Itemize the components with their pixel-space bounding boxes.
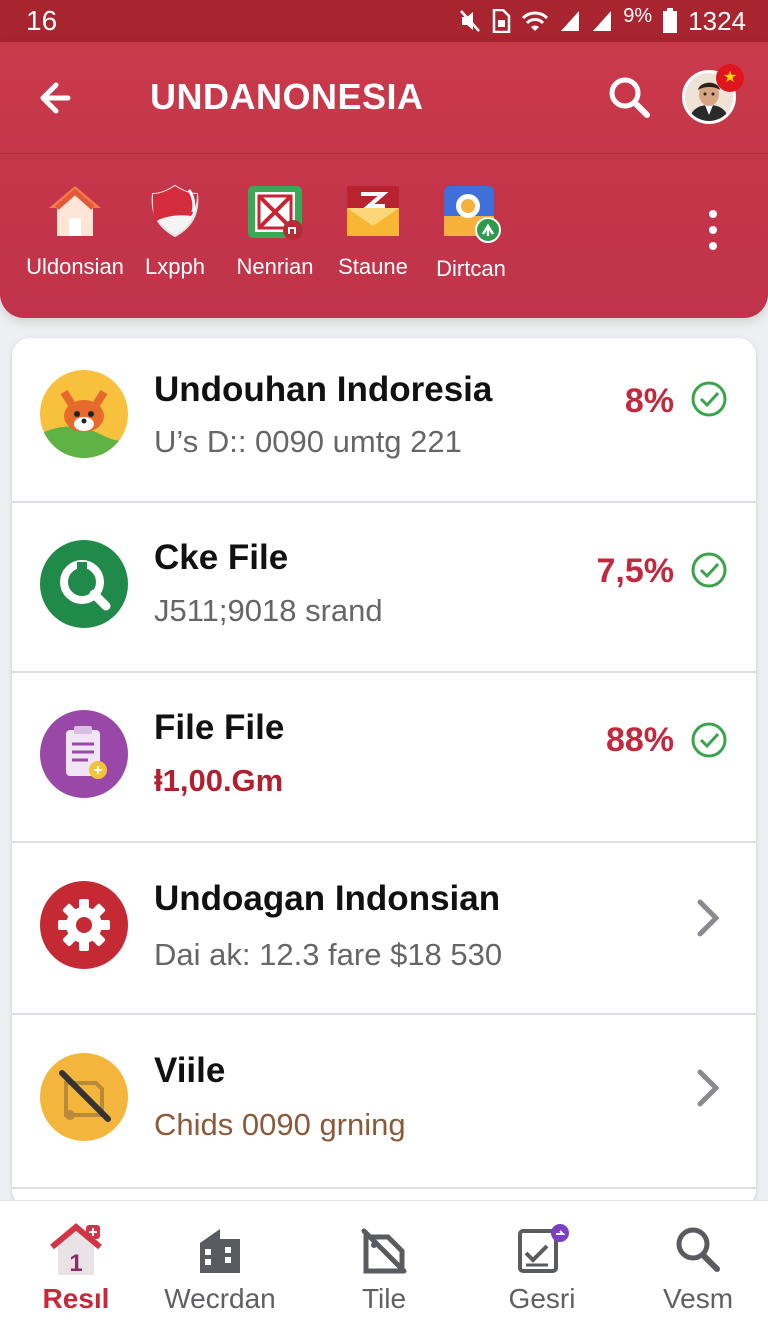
bottom-navigation: 1 Resıl Wecrdan Tile Gesri Vesm: [0, 1200, 768, 1344]
shortcut-lxpph[interactable]: Lxpph: [120, 182, 230, 292]
shortcut-label: Lxpph: [145, 254, 205, 279]
check-circle-icon: [691, 381, 727, 417]
mute-icon: [460, 10, 481, 32]
wifi-icon: [522, 11, 549, 31]
nav-label: Gesri: [508, 1283, 576, 1314]
home-badge-icon: 1: [50, 1223, 102, 1277]
list-item[interactable]: Undoagan Indonsian Dai ak: 12.3 fare $18…: [12, 843, 756, 1015]
nav-item-gesri[interactable]: Gesri: [472, 1223, 612, 1333]
fox-avatar-icon: [40, 370, 128, 458]
building-icon: [200, 1229, 240, 1273]
tag-off-icon: [361, 1228, 407, 1274]
shortcut-label: Nenrian: [236, 254, 314, 279]
battery-icon: [663, 8, 678, 33]
arrow-left-icon: [40, 82, 71, 114]
page-title: UNDANONESIA: [150, 76, 424, 117]
search-icon: [609, 77, 650, 118]
item-title: File File: [154, 708, 285, 747]
clock: 1324: [688, 5, 746, 36]
list-item[interactable]: Viile Chids 0090 grning: [12, 1015, 756, 1189]
item-percent: 7,5%: [596, 552, 675, 590]
item-subtitle: ⱡ1,00.Gm: [154, 763, 284, 798]
signal-icon-2: [593, 11, 612, 31]
nav-badge-number: 1: [69, 1250, 82, 1277]
shortcut-nenrian[interactable]: Nenrian: [220, 182, 330, 292]
shortcut-label: Uldonsian: [26, 254, 124, 279]
nav-item-vesm[interactable]: Vesm: [628, 1223, 768, 1333]
shortcut-uldonsian[interactable]: Uldonsian: [20, 182, 130, 292]
list-item[interactable]: Cke File J511;9018 srand 7,5%: [12, 503, 756, 673]
list-item[interactable]: Undouhan Indoresia U’s D:: 0090 umtg 221…: [12, 338, 756, 503]
shortcut-label: Staune: [338, 254, 408, 279]
shortcut-label: Dirtcan: [436, 256, 506, 281]
top-bar: UNDANONESIA ★: [0, 42, 768, 154]
item-subtitle: J511;9018 srand: [154, 593, 383, 628]
sim-icon: [492, 9, 511, 33]
magnifier-icon: [40, 540, 128, 628]
item-percent: 88%: [605, 721, 674, 759]
gear-icon: [40, 881, 128, 969]
image-frame-icon: [248, 186, 303, 240]
shortcut-dirtcan[interactable]: Dirtcan: [416, 182, 526, 292]
status-icons: 9% 1324: [459, 4, 746, 37]
search-button[interactable]: [606, 74, 652, 120]
item-title: Undouhan Indoresia: [154, 370, 493, 409]
app-header: UNDANONESIA ★ Uldonsian Lxpph Nenrian St…: [0, 42, 768, 318]
item-percent: 8%: [624, 382, 674, 420]
contacts-icon: [444, 186, 501, 243]
notification-badge: ★: [716, 64, 744, 92]
shield-icon: [151, 184, 199, 238]
check-circle-icon: [691, 552, 727, 588]
home-icon: [49, 186, 101, 236]
nav-label: Wecrdan: [164, 1283, 276, 1314]
nav-label: Vesm: [662, 1283, 734, 1314]
item-title: Cke File: [154, 538, 289, 577]
chevron-right-icon: [697, 1069, 720, 1107]
nav-item-tile[interactable]: Tile: [314, 1223, 454, 1333]
nav-item-wecrdan[interactable]: Wecrdan: [150, 1223, 290, 1333]
item-subtitle: Chids 0090 grning: [154, 1107, 406, 1142]
back-button[interactable]: [34, 76, 78, 120]
check-circle-icon: [691, 722, 727, 758]
network-label: 16: [26, 5, 58, 36]
item-subtitle: Dai ak: 12.3 fare $18 530: [154, 937, 503, 972]
more-vertical-icon: [709, 210, 717, 250]
item-title: Viile: [154, 1051, 226, 1090]
clipboard-icon: [40, 710, 128, 798]
nav-item-resil[interactable]: 1 Resıl: [6, 1223, 146, 1333]
checklist-icon: [518, 1224, 569, 1273]
nav-label: Resıl: [42, 1283, 110, 1314]
nav-label: Tile: [361, 1283, 407, 1314]
file-list: Undouhan Indoresia U’s D:: 0090 umtg 221…: [12, 338, 756, 1208]
item-title: Undoagan Indonsian: [154, 879, 501, 918]
chevron-right-icon: [697, 899, 720, 937]
shortcut-bar: Uldonsian Lxpph Nenrian Staune Dirtcan: [0, 182, 768, 292]
search-icon: [676, 1227, 720, 1272]
no-tag-icon: [40, 1053, 128, 1141]
mail-icon: [347, 186, 399, 236]
battery-percent: 9%: [623, 4, 653, 27]
item-subtitle: U’s D:: 0090 umtg 221: [154, 424, 462, 459]
list-item[interactable]: File File ⱡ1,00.Gm 88%: [12, 673, 756, 843]
more-options-button[interactable]: [692, 202, 734, 258]
signal-icon: [561, 11, 580, 31]
shortcut-staune[interactable]: Staune: [318, 182, 428, 292]
status-bar: 16 9% 1324: [0, 0, 768, 42]
